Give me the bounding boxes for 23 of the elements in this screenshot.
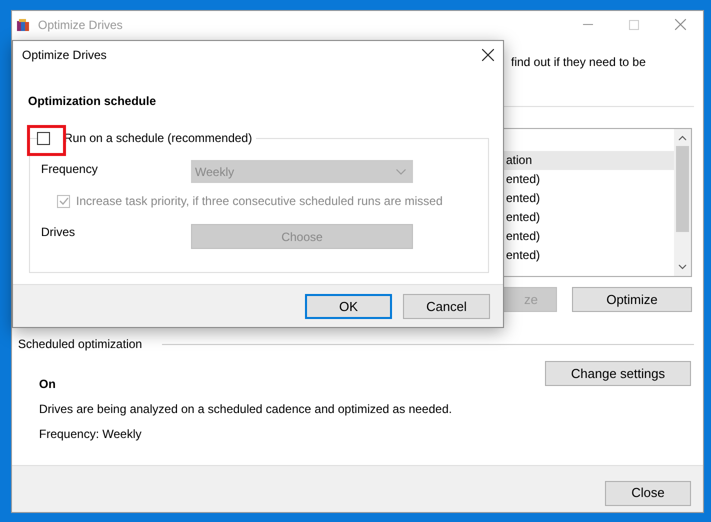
intro-text: find out if they need to be: [511, 54, 647, 70]
dialog-title: Optimize Drives: [22, 47, 107, 64]
scroll-down-icon[interactable]: [678, 262, 687, 271]
app-icon: [16, 18, 30, 32]
field-label: Drives: [41, 224, 76, 240]
frequency-text: Frequency: Weekly: [39, 426, 142, 443]
section-heading: Optimization schedule: [28, 93, 158, 110]
close-button[interactable]: Close: [605, 480, 691, 506]
scrollbar[interactable]: [674, 129, 691, 276]
field-label: Frequency: [41, 160, 99, 178]
section-heading: Scheduled optimization: [18, 336, 142, 353]
chevron-icon: [396, 168, 406, 174]
scroll-up-icon[interactable]: [678, 134, 687, 143]
checkbox-label: Increase task priority, if three consecutive scheduled runs are missed: [76, 193, 443, 210]
change-settings-button[interactable]: Change settings: [545, 361, 691, 386]
optimize-button[interactable]: Optimize: [572, 287, 692, 312]
close-icon[interactable]: [481, 48, 495, 62]
checkbox[interactable]: [37, 132, 50, 144]
cancel-button[interactable]: Cancel: [403, 294, 490, 319]
description-text: Drives are being analyzed on a scheduled cadence and optimized as needed.: [39, 401, 453, 418]
ok-button[interactable]: OK: [305, 294, 392, 319]
window-title: Optimize Drives: [38, 16, 123, 34]
status-text: On: [39, 376, 57, 393]
